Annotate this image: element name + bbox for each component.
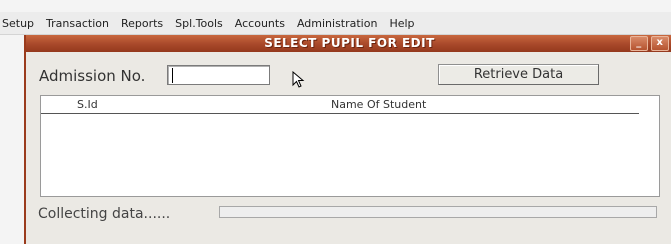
menu-administration[interactable]: Administration	[291, 17, 384, 30]
menu-setup[interactable]: Setup	[0, 17, 40, 30]
column-header-name[interactable]: Name Of Student	[331, 98, 426, 111]
text-caret	[172, 68, 173, 83]
menu-accounts[interactable]: Accounts	[229, 17, 291, 30]
menu-reports[interactable]: Reports	[115, 17, 169, 30]
window-controls: _ x	[630, 36, 669, 51]
status-text: Collecting data......	[38, 206, 171, 222]
retrieve-data-button[interactable]: Retrieve Data	[438, 64, 599, 85]
pupil-list[interactable]: S.Id Name Of Student	[40, 95, 660, 197]
column-header-sid[interactable]: S.Id	[77, 98, 98, 111]
menu-spl-tools[interactable]: Spl.Tools	[169, 17, 229, 30]
admission-no-label: Admission No.	[39, 67, 146, 85]
title-bar[interactable]: SELECT PUPIL FOR EDIT _ x	[26, 35, 671, 52]
menu-bar: Setup Transaction Reports Spl.Tools Acco…	[0, 12, 671, 35]
close-button[interactable]: x	[651, 36, 669, 51]
progress-bar	[219, 206, 657, 218]
select-pupil-window: SELECT PUPIL FOR EDIT _ x Admission No. …	[24, 35, 671, 244]
mouse-pointer-icon	[292, 71, 305, 88]
admission-no-input[interactable]	[167, 65, 270, 85]
menu-transaction[interactable]: Transaction	[40, 17, 115, 30]
list-header: S.Id Name Of Student	[41, 96, 639, 114]
minimize-button[interactable]: _	[630, 36, 648, 51]
menu-help[interactable]: Help	[383, 17, 420, 30]
window-title: SELECT PUPIL FOR EDIT	[264, 36, 435, 50]
